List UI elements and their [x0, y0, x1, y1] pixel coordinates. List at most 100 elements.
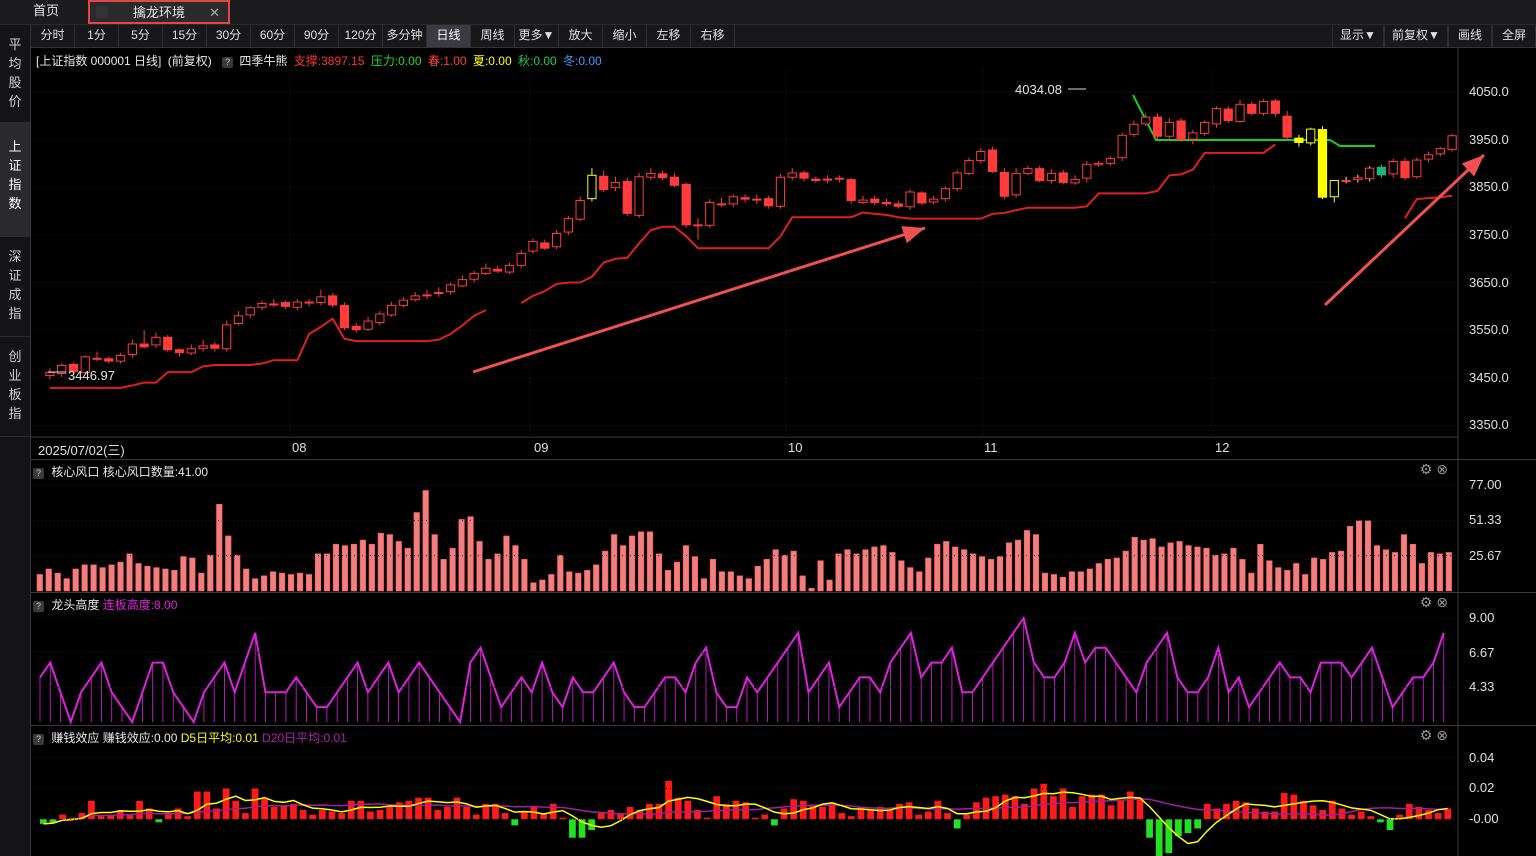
core-bar — [970, 553, 977, 592]
core-bar — [709, 559, 716, 592]
money-bar — [1280, 793, 1288, 820]
core-bar — [1059, 576, 1066, 592]
sidebar-item-shenzhen[interactable]: 深证成指 — [0, 237, 30, 337]
money-bar — [1377, 819, 1384, 823]
help-icon[interactable]: ? — [33, 601, 44, 612]
candle-body — [457, 279, 467, 287]
date-tick-label: 12 — [1215, 440, 1230, 455]
candle-body — [445, 284, 456, 293]
candle-body — [1035, 168, 1045, 182]
main-chart-info: [上证指数 000001 日线] (前复权) ? 四季牛熊 支撑:3897.15… — [36, 52, 605, 69]
help-icon[interactable]: ? — [222, 57, 234, 68]
period-button-6[interactable]: 90分 — [295, 25, 339, 47]
period-button-11[interactable]: 更多▼ — [515, 25, 559, 47]
core-bar — [1436, 553, 1443, 592]
period-button-8[interactable]: 多分钟 — [383, 25, 427, 47]
tab-home[interactable]: 首页 — [0, 0, 92, 24]
period-button-1[interactable]: 1分 — [75, 25, 119, 47]
core-bar — [1347, 525, 1354, 592]
toolbar-right-button-1[interactable]: 前复权▼ — [1384, 25, 1448, 47]
close-icon[interactable]: ⊗ — [1436, 594, 1448, 610]
gear-icon[interactable]: ⚙ — [1420, 461, 1433, 477]
core-bar — [889, 552, 896, 592]
candle-body — [917, 192, 927, 204]
close-icon[interactable]: ⊗ — [1436, 727, 1448, 743]
indicator-name: 四季牛熊 — [239, 54, 288, 68]
core-bar — [1149, 538, 1156, 592]
annotation-arrowhead — [1461, 155, 1484, 177]
money-bar — [328, 811, 336, 820]
core-bar — [63, 578, 70, 592]
toolbar-right-button-0[interactable]: 显示▼ — [1332, 25, 1384, 47]
price-tick-label: 3550.0 — [1469, 322, 1509, 338]
help-icon[interactable]: ? — [33, 468, 44, 479]
money-bar — [684, 800, 692, 820]
candle-body — [1388, 160, 1398, 175]
core-bar — [1373, 545, 1381, 592]
period-button-3[interactable]: 15分 — [163, 25, 207, 47]
core-bar — [36, 574, 43, 592]
period-button-5[interactable]: 60分 — [251, 25, 295, 47]
sidebar-item-avg-price[interactable]: 平均股价 — [0, 25, 30, 123]
period-button-12[interactable]: 放大 — [559, 25, 603, 47]
sidebar-item-shanghai[interactable]: 上证指数 — [0, 123, 30, 237]
money-bar — [1030, 788, 1038, 820]
money-bar — [617, 813, 624, 820]
toolbar-right-button-3[interactable]: 全屏 — [1492, 25, 1536, 47]
core-bar — [449, 548, 456, 592]
candle-body — [233, 315, 244, 324]
money-bar — [1434, 813, 1442, 820]
tab-qinlong[interactable]: 擒龙环境 ✕ — [88, 0, 230, 24]
period-button-14[interactable]: 左移 — [647, 25, 691, 47]
money-bar — [520, 811, 528, 820]
money-bar — [992, 796, 1000, 820]
candle-body — [339, 304, 350, 329]
gear-icon[interactable]: ⚙ — [1420, 594, 1433, 610]
period-button-4[interactable]: 30分 — [207, 25, 251, 47]
period-button-0[interactable]: 分时 — [31, 25, 75, 47]
period-button-13[interactable]: 缩小 — [603, 25, 647, 47]
toolbar-right-button-2[interactable]: 画线 — [1448, 25, 1492, 47]
core-bar — [602, 550, 609, 592]
money-bar — [49, 819, 57, 823]
dragon-panel-title: 龙头高度 — [51, 598, 100, 612]
close-icon[interactable]: ⊗ — [1436, 461, 1448, 477]
period-button-15[interactable]: 右移 — [691, 25, 735, 47]
money-bar — [1252, 808, 1259, 820]
period-button-10[interactable]: 周线 — [471, 25, 515, 47]
sidebar-item-chinext[interactable]: 创业板指 — [0, 337, 30, 437]
money-bar — [1194, 819, 1202, 829]
core-bar — [1113, 557, 1120, 592]
gear-icon[interactable]: ⚙ — [1420, 727, 1433, 743]
core-bar — [979, 556, 986, 592]
pressure-line — [1132, 94, 1375, 147]
core-bar — [252, 578, 259, 592]
close-icon[interactable]: ✕ — [209, 2, 220, 24]
core-bar — [359, 539, 366, 592]
period-button-9[interactable]: 日线 — [427, 25, 471, 47]
period-button-7[interactable]: 120分 — [339, 25, 383, 47]
candle-body — [1046, 172, 1057, 182]
candle-body — [811, 178, 821, 182]
candle-body — [504, 264, 515, 273]
core-bar — [943, 541, 950, 592]
help-icon[interactable]: ? — [33, 734, 44, 745]
candle-body — [174, 349, 185, 354]
period-button-2[interactable]: 5分 — [119, 25, 163, 47]
core-bar — [404, 548, 411, 592]
money-bar — [848, 816, 855, 820]
core-bar — [790, 550, 797, 592]
index-sidebar: 平均股价 上证指数 深证成指 创业板指 — [0, 25, 31, 856]
core-bar — [234, 554, 241, 592]
tab-app-icon — [96, 6, 108, 18]
money-bar — [607, 810, 615, 820]
money-bar — [40, 819, 47, 824]
core-bar — [1068, 571, 1075, 592]
core-bar — [1257, 543, 1264, 592]
money-bar — [1357, 811, 1365, 820]
sidebar-item-label: 平均股价 — [8, 37, 22, 109]
core-bar — [835, 553, 842, 592]
core-bar — [754, 565, 761, 592]
core-bar — [1320, 559, 1327, 592]
core-bar — [90, 564, 97, 592]
